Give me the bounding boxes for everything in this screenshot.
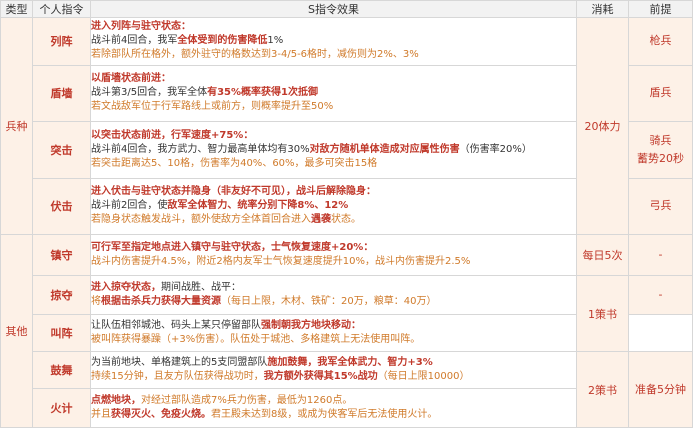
effect-zhenshou: 可行军至指定地点进入镇守与驻守状态，士气恢复速度+20%： 战斗内伤害提升4.5… xyxy=(90,233,577,277)
command-name-huoji: 火计 xyxy=(32,387,91,429)
effect-guwu: 为当前地块、单格建筑上的5支同盟部队施加鼓舞，我军全体武力、智力+3% 持续15… xyxy=(90,351,577,389)
header-type: 类型 xyxy=(0,0,33,18)
header-prereq: 前提 xyxy=(628,0,693,18)
prereq-lueduo: - xyxy=(628,275,693,316)
command-name-liezhen: 列阵 xyxy=(32,17,91,66)
cost-army: 20体力 xyxy=(576,17,629,235)
cost-zhenshou: 每日5次 xyxy=(576,233,629,277)
effect-tuji: 以突击状态前进，行军速度+75%： 战斗前4回合，我方武力、智力最高单体均有30… xyxy=(90,121,577,179)
effect-fuji: 进入伏击与驻守状态并隐身（非友好不可见），战斗后解除隐身： 战斗前2回合，使敌军… xyxy=(90,177,577,235)
header-effect: S指令效果 xyxy=(90,0,577,18)
table-row: 兵种 列阵 进入列阵与驻守状态： 战斗前4回合，我军全体受到的伤害降低1% 若除… xyxy=(0,17,693,235)
cost-ce2: 2策书 xyxy=(576,351,629,428)
command-name-dunqiang: 盾墙 xyxy=(32,64,91,123)
category-army: 兵种 xyxy=(0,17,33,235)
header-command: 个人指令 xyxy=(32,0,91,18)
table-row: 其他 镇守 可行军至指定地点进入镇守与驻守状态，士气恢复速度+20%： 战斗内伤… xyxy=(0,233,693,429)
command-name-jiaozhen: 叫阵 xyxy=(32,314,91,353)
command-name-guwu: 鼓舞 xyxy=(32,351,91,389)
table-row: 鼓舞 为当前地块、单格建筑上的5支同盟部队施加鼓舞，我军全体武力、智力+3% 持… xyxy=(1,351,693,428)
prereq-zhenshou: - xyxy=(628,233,693,277)
header-cost: 消耗 xyxy=(576,0,629,18)
table-header-row: 类型 个人指令 S指令效果 消耗 前提 xyxy=(0,0,693,18)
category-other: 其他 xyxy=(0,233,33,429)
prereq-jiaozhen-empty xyxy=(628,314,693,353)
effect-jiaozhen: 让队伍相邻城池、码头上某只停留部队强制朝我方地块移动： 被叫阵获得暴躁（+3%伤… xyxy=(90,314,577,353)
prereq-dunqiang: 盾兵 xyxy=(628,64,693,123)
table-row: 掠夺 进入掠夺状态，期间战胜、战平： 将根据击杀兵力获得大量资源（每日上限，木材… xyxy=(1,275,693,353)
command-name-fuji: 伏击 xyxy=(32,177,91,235)
effect-lueduo: 进入掠夺状态，期间战胜、战平： 将根据击杀兵力获得大量资源（每日上限，木材、铁矿… xyxy=(90,275,577,316)
s-command-table: 类型 个人指令 S指令效果 消耗 前提 兵种 列阵 进入列阵与驻守状态： 战斗前… xyxy=(0,0,693,429)
strategy-table-container: 类型 个人指令 S指令效果 消耗 前提 兵种 列阵 进入列阵与驻守状态： 战斗前… xyxy=(0,0,693,429)
prereq-fuji: 弓兵 xyxy=(628,177,693,235)
command-name-tuji: 突击 xyxy=(32,121,91,179)
cost-ce1: 1策书 xyxy=(576,275,629,353)
effect-liezhen: 进入列阵与驻守状态： 战斗前4回合，我军全体受到的伤害降低1% 若除部队所在格外… xyxy=(90,17,577,66)
command-name-lueduo: 掠夺 xyxy=(32,275,91,316)
effect-huoji: 点燃地块，对经过部队造成7%兵力伤害，最低为1260点。 并且获得灭火、免疫火烧… xyxy=(90,387,577,429)
command-name-zhenshou: 镇守 xyxy=(32,233,91,277)
effect-dunqiang: 以盾墙状态前进： 战斗第3/5回合，我军全体有35%概率获得1次抵御 若文战敌军… xyxy=(90,64,577,123)
prereq-guwu-huoji: 准备5分钟 xyxy=(628,351,693,428)
prereq-tuji: 骑兵 蓄势20秒 xyxy=(628,121,693,179)
prereq-liezhen: 枪兵 xyxy=(628,17,693,66)
